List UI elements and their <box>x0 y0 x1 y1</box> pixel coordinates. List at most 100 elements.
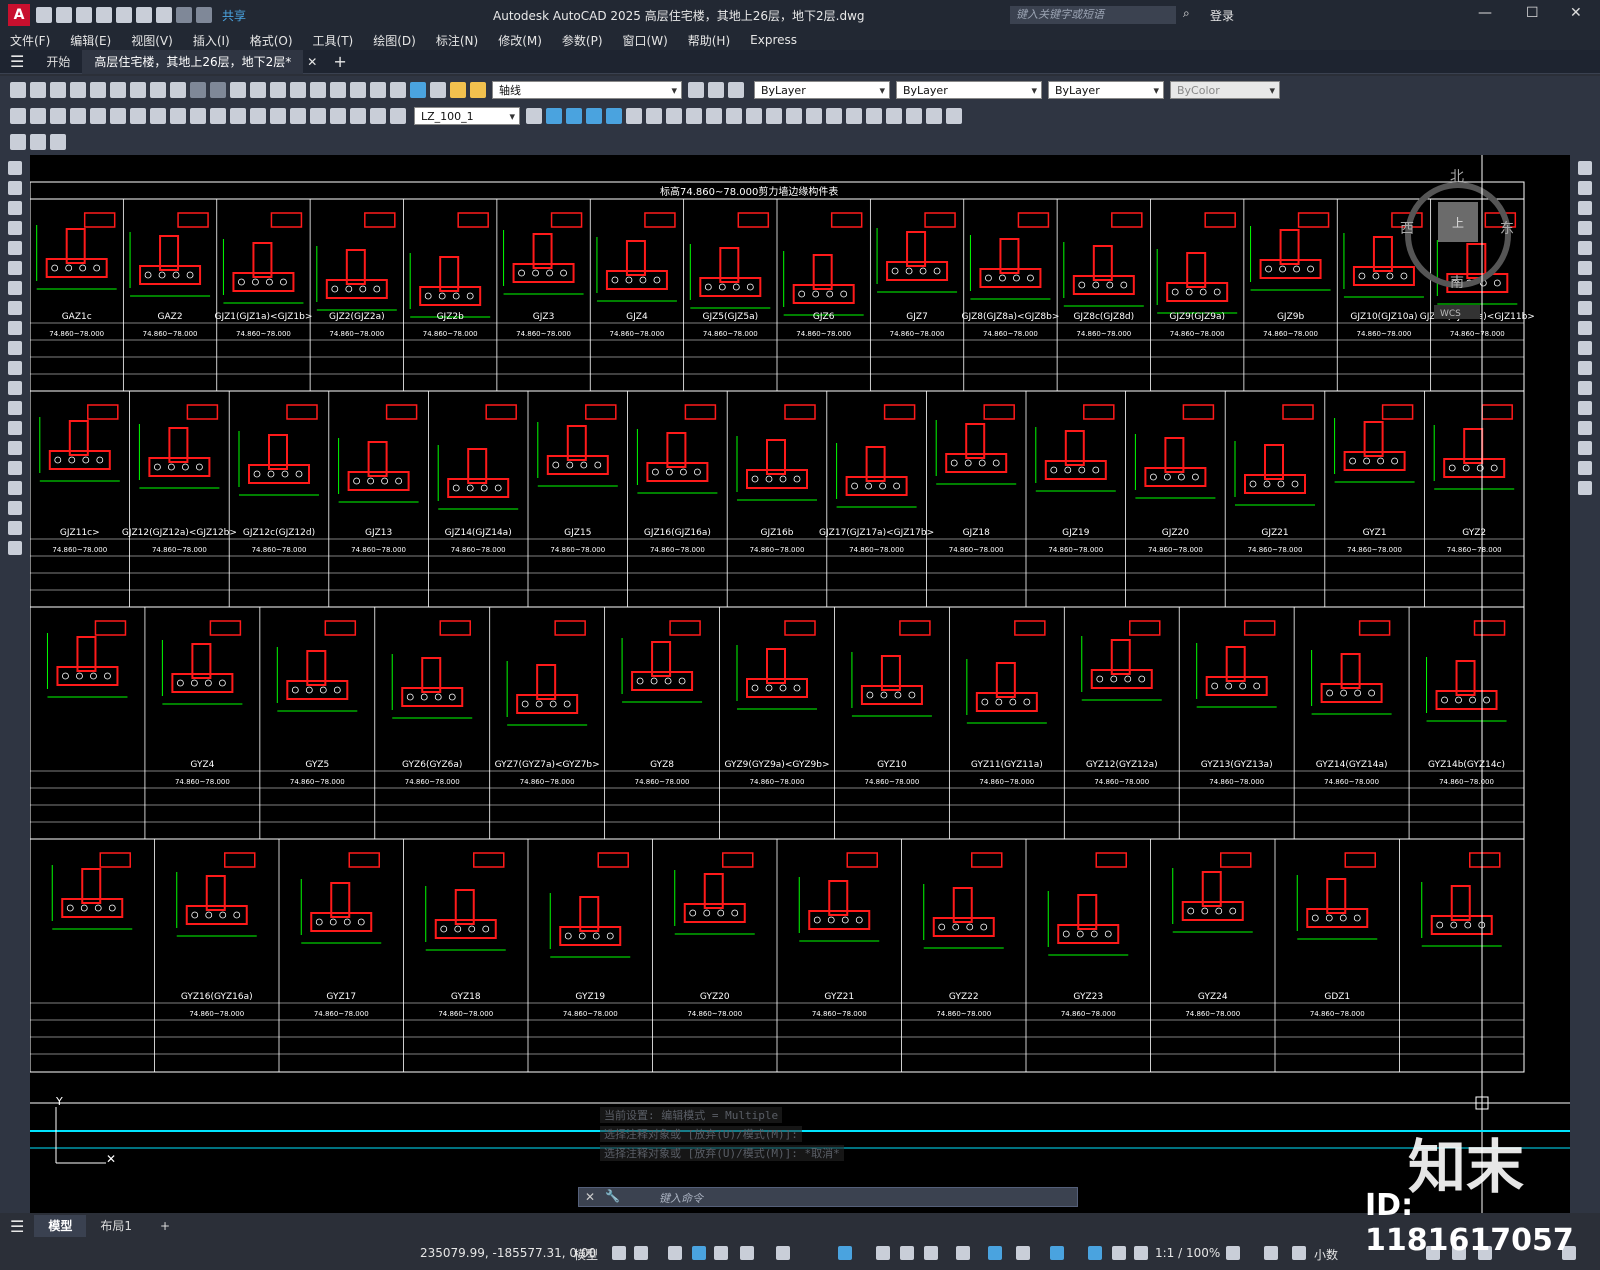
jogged-icon[interactable] <box>110 108 126 124</box>
dimstyle-dropdown[interactable]: LZ_100_1 <box>414 107 520 126</box>
properties-icon[interactable] <box>310 81 326 98</box>
make-block-icon[interactable] <box>8 401 22 415</box>
drawing-canvas[interactable]: 标高74.860~78.000剪力墙边缘构件表 GAZ1c 74.860~78.0… <box>30 155 1570 1213</box>
dim-text-edit-icon[interactable] <box>370 108 386 124</box>
lineweight-dropdown[interactable]: ByLayer <box>1048 80 1164 100</box>
design-center-icon[interactable] <box>330 81 346 98</box>
menu-format[interactable]: 格式(O) <box>250 32 293 49</box>
grid-icon[interactable] <box>612 1246 626 1260</box>
dim-edit-icon[interactable] <box>350 108 366 124</box>
menu-dimension[interactable]: 标注(N) <box>436 32 478 49</box>
login-button[interactable]: 登录 <box>1210 7 1234 24</box>
print-icon[interactable] <box>156 7 172 23</box>
transparency-icon[interactable] <box>900 1246 914 1260</box>
save-as-icon[interactable] <box>96 7 112 23</box>
3d-subtract-icon[interactable] <box>586 108 602 124</box>
selection-cycling-icon[interactable] <box>924 1246 938 1260</box>
3d-box-icon[interactable] <box>546 108 562 124</box>
angular-icon[interactable] <box>150 108 166 124</box>
tolerance-icon[interactable] <box>270 108 286 124</box>
undo-icon[interactable] <box>176 7 192 23</box>
plot-file-icon[interactable] <box>70 81 86 98</box>
tab-document[interactable]: 高层住宅楼，其地上26层，地下2层* <box>82 49 304 74</box>
render-icon[interactable] <box>826 108 842 124</box>
plotstyle-dropdown[interactable]: ByColor <box>1170 80 1280 100</box>
share-button[interactable]: 共享 <box>222 7 246 24</box>
hatch-icon[interactable] <box>8 441 22 455</box>
radius-icon[interactable] <box>90 108 106 124</box>
presspull-icon[interactable] <box>706 108 722 124</box>
zoom-window-icon[interactable] <box>270 81 286 98</box>
bulb-icon[interactable] <box>450 81 466 98</box>
layer-previous-icon[interactable] <box>708 81 724 98</box>
menu-view[interactable]: 视图(V) <box>131 32 173 49</box>
zoom-previous-icon[interactable] <box>290 81 306 98</box>
extrude-icon[interactable] <box>626 108 642 124</box>
3d-intersect-icon[interactable] <box>606 108 622 124</box>
annotation-monitor-icon[interactable] <box>1264 1246 1278 1260</box>
preview-icon[interactable] <box>90 81 106 98</box>
publish-icon[interactable] <box>116 7 132 23</box>
section-icon[interactable] <box>746 108 762 124</box>
menu-parametric[interactable]: 参数(P) <box>562 32 603 49</box>
insert-icon[interactable] <box>8 381 22 395</box>
rotate-icon[interactable] <box>1578 281 1592 295</box>
point-icon[interactable] <box>8 421 22 435</box>
table-icon[interactable] <box>8 501 22 515</box>
polyline-icon[interactable] <box>8 201 22 215</box>
osnap-icon[interactable] <box>838 1246 852 1260</box>
redo-icon[interactable] <box>196 7 212 23</box>
revolve-icon[interactable] <box>646 108 662 124</box>
sweep-icon[interactable] <box>666 108 682 124</box>
open-file-icon[interactable] <box>30 81 46 98</box>
polar-icon[interactable] <box>740 1246 754 1260</box>
paste-icon[interactable] <box>150 81 166 98</box>
snap-icon[interactable] <box>634 1246 648 1260</box>
menu-draw[interactable]: 绘图(D) <box>373 32 416 49</box>
tab-layout1[interactable]: 布局1 <box>86 1215 146 1237</box>
units-dropdown[interactable]: 小数 <box>1314 1246 1338 1263</box>
mtext-icon[interactable] <box>8 521 22 535</box>
circle-icon[interactable] <box>8 281 22 295</box>
mirror-icon[interactable] <box>1578 201 1592 215</box>
join-icon[interactable] <box>1578 421 1592 435</box>
line-icon[interactable] <box>8 161 22 175</box>
center-mark-icon[interactable] <box>290 108 306 124</box>
offset-icon[interactable] <box>1578 221 1592 235</box>
dimstyle-icon[interactable] <box>526 108 542 124</box>
ortho-icon[interactable] <box>714 1246 728 1260</box>
slice-icon[interactable] <box>726 108 742 124</box>
move-icon[interactable] <box>1578 261 1592 275</box>
calculator-icon[interactable] <box>390 81 406 98</box>
annotation-scale-icon[interactable] <box>1134 1246 1148 1260</box>
dim-update-icon[interactable] <box>390 108 406 124</box>
menu-edit[interactable]: 编辑(E) <box>70 32 111 49</box>
hamburger-menu-icon[interactable]: ☰ <box>10 52 24 71</box>
sheet-set-icon[interactable] <box>370 81 386 98</box>
tab-model[interactable]: 模型 <box>34 1215 87 1237</box>
menu-window[interactable]: 窗口(W) <box>623 32 668 49</box>
auto-scale-icon[interactable] <box>1112 1246 1126 1260</box>
ellipse-arc-icon[interactable] <box>8 361 22 375</box>
copy-object-icon[interactable] <box>1578 181 1592 195</box>
continue-icon[interactable] <box>210 108 226 124</box>
model-space-button[interactable]: 模型 <box>574 1246 598 1263</box>
jogged-linear-icon[interactable] <box>330 108 346 124</box>
linear-dim-icon[interactable] <box>10 108 26 124</box>
save-file-icon[interactable] <box>50 81 66 98</box>
units-icon[interactable] <box>1292 1246 1306 1260</box>
layout-menu-icon[interactable]: ☰ <box>10 1217 24 1236</box>
help-icon[interactable] <box>410 81 426 98</box>
menu-file[interactable]: 文件(F) <box>10 32 50 49</box>
walk-icon[interactable] <box>926 108 942 124</box>
menu-insert[interactable]: 插入(I) <box>193 32 230 49</box>
insert-block-icon[interactable] <box>30 134 46 150</box>
command-close-icon[interactable]: ✕ <box>585 1190 595 1204</box>
copy-icon[interactable] <box>130 81 146 98</box>
autocad-logo[interactable]: A <box>8 4 30 26</box>
match-prop-icon[interactable] <box>170 81 186 98</box>
revcloud-icon[interactable] <box>8 301 22 315</box>
region-icon[interactable] <box>8 481 22 495</box>
layer-properties-icon[interactable] <box>430 81 446 98</box>
fillet-icon[interactable] <box>1578 461 1592 475</box>
